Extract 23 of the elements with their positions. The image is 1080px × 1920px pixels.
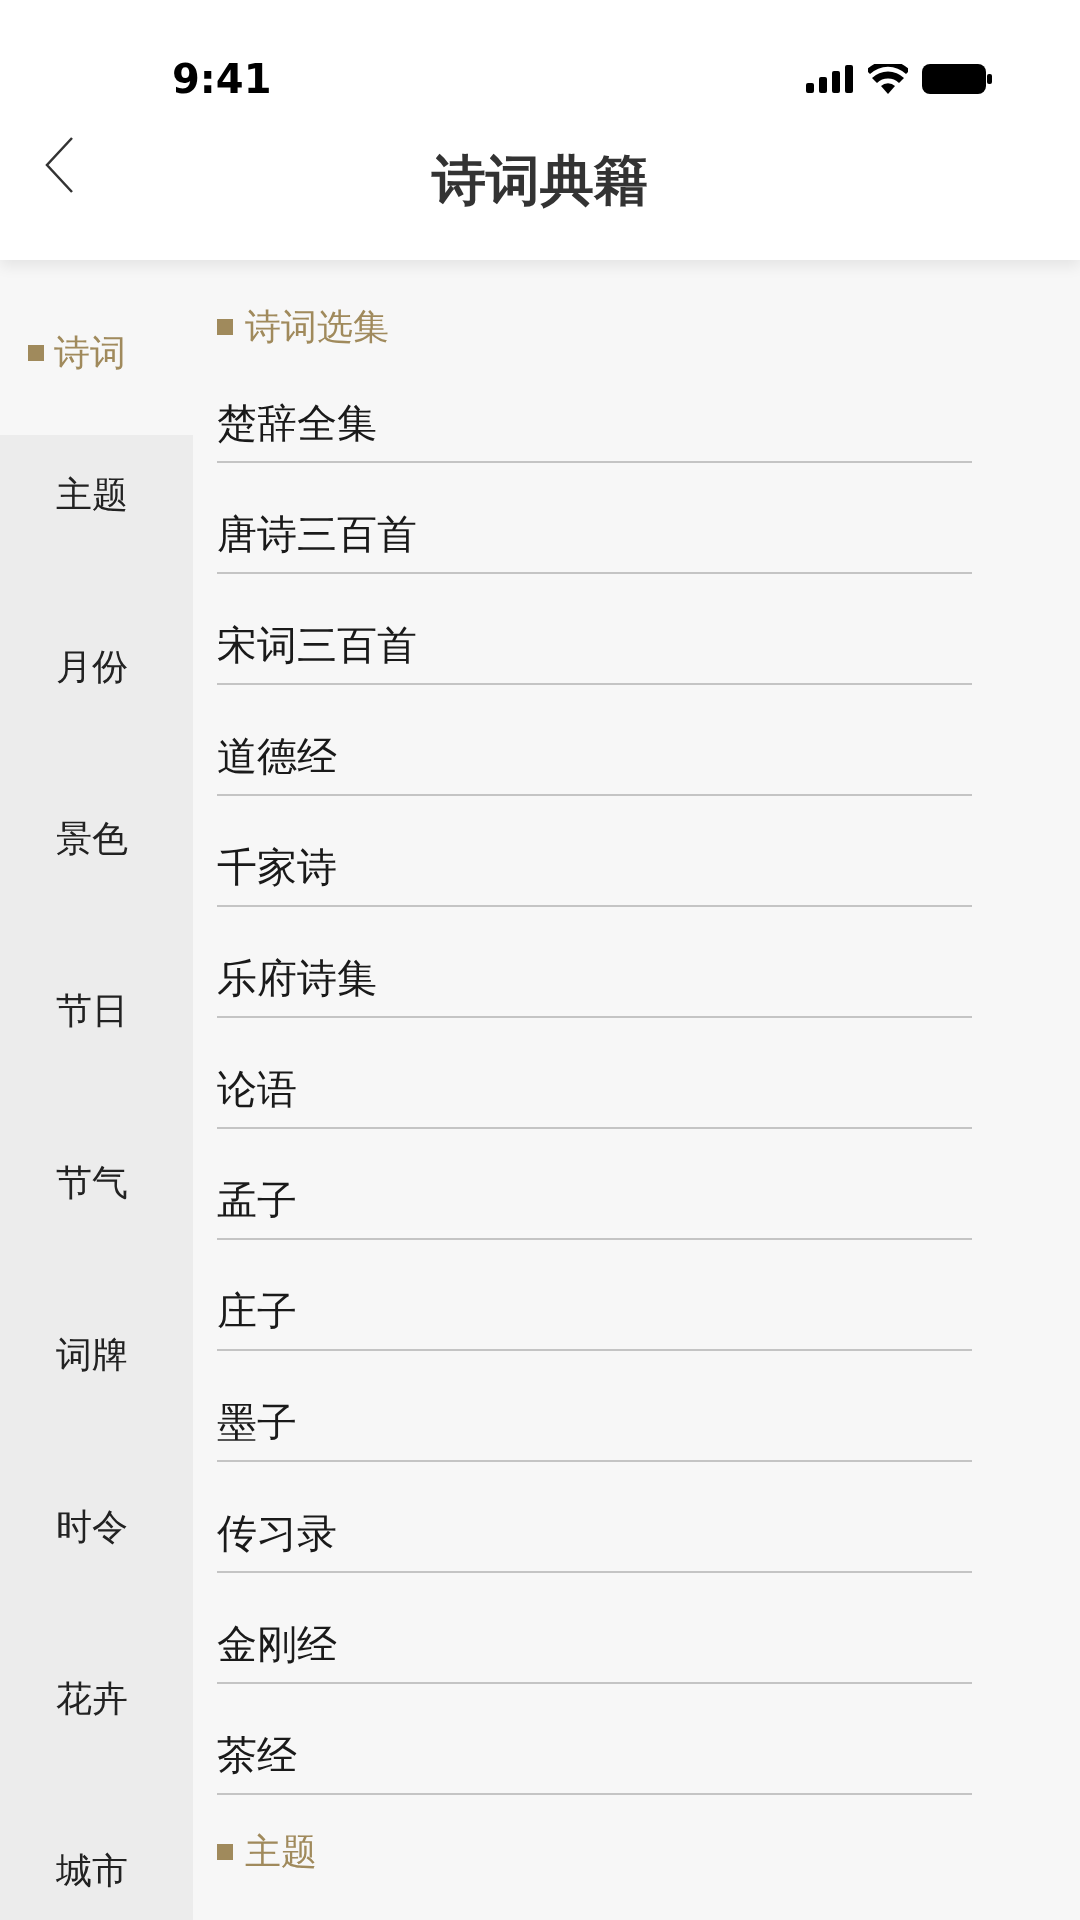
book-list-item[interactable]: 宋词三百首 xyxy=(217,574,972,685)
section-title: 主题 xyxy=(245,1830,317,1874)
book-list-item[interactable]: 楚辞全集 xyxy=(217,352,972,463)
book-list-item[interactable]: 乐府诗集 xyxy=(217,907,972,1018)
signal-icon xyxy=(806,65,854,93)
book-list-item[interactable]: 墨子 xyxy=(217,1351,972,1462)
book-list-item[interactable]: 论语 xyxy=(217,1018,972,1129)
book-list-item[interactable]: 茶经 xyxy=(217,1684,972,1795)
book-list-item[interactable]: 金刚经 xyxy=(217,1573,972,1684)
page-title: 诗词典籍 xyxy=(432,147,648,214)
book-list-item[interactable]: 唐诗三百首 xyxy=(217,463,972,574)
book-list-item[interactable]: 传习录 xyxy=(217,1462,972,1573)
book-list-item[interactable]: 道德经 xyxy=(217,685,972,796)
status-time: 9:41 xyxy=(172,56,272,102)
section-marker-icon xyxy=(217,1844,233,1860)
section-marker-icon xyxy=(217,319,233,335)
book-list-item[interactable]: 孟子 xyxy=(217,1129,972,1240)
wifi-icon xyxy=(868,64,908,94)
selected-marker-icon xyxy=(28,344,44,361)
section-title: 诗词选集 xyxy=(245,305,389,349)
battery-icon xyxy=(922,64,992,94)
book-list-item[interactable]: 庄子 xyxy=(217,1240,972,1351)
book-list-item[interactable]: 千家诗 xyxy=(217,796,972,907)
